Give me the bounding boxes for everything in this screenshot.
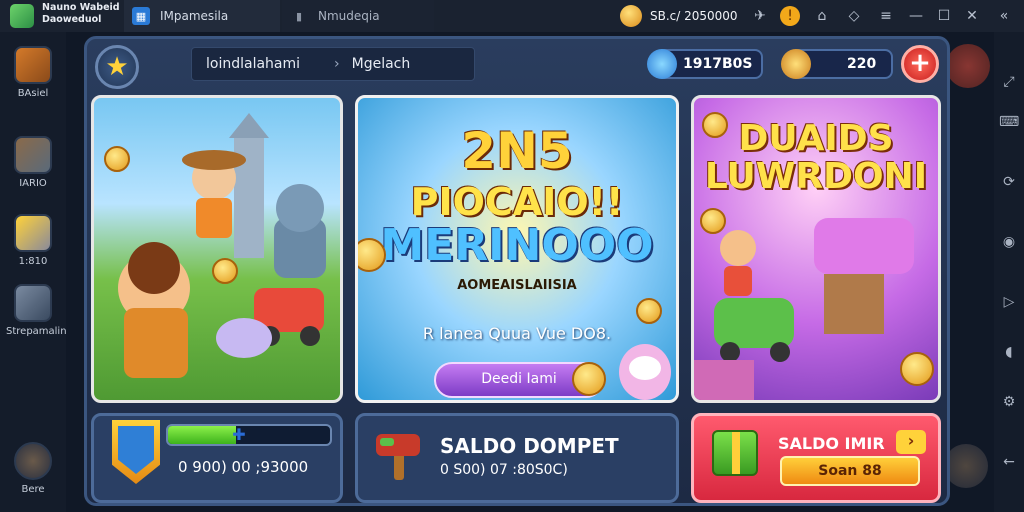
tab-2-icon: ▮ <box>295 9 303 23</box>
arrow-right-icon[interactable]: › <box>896 430 926 454</box>
tab-2[interactable]: ▮ Nmudeqia <box>282 0 434 32</box>
right-rail: ⤢ ⌨ ⟳ ◉ ▷ ◖ ⚙ ← <box>994 32 1024 512</box>
wallet-panel-2[interactable]: SALDO DOMPET 0 S00) 07 :80S0C) <box>355 413 679 503</box>
settings-icon[interactable]: ⚙ <box>999 392 1019 412</box>
gem-icon <box>647 49 677 79</box>
panel2-title: SALDO DOMPET <box>440 434 619 458</box>
rail-item-1[interactable]: BAsiel <box>6 46 60 99</box>
maximize-icon[interactable]: ☐ <box>934 6 954 26</box>
minimize-icon[interactable]: — <box>906 6 926 26</box>
hammer-icon <box>376 434 420 480</box>
pin-icon[interactable]: ✈ <box>750 6 770 26</box>
play-icon[interactable]: ▷ <box>999 292 1019 312</box>
rail-thumb-icon <box>14 46 52 84</box>
rail-item-label: BAsiel <box>17 88 49 99</box>
wallet-panel-1[interactable]: ✚ 0 900) 00 ;93000 <box>91 413 343 503</box>
app-name: Nauno Wabeid Daoweduol <box>42 2 120 25</box>
rail-item-5[interactable]: Bere <box>6 442 60 495</box>
rail-item-3[interactable]: 1:810 <box>6 214 60 267</box>
breadcrumb: loindlalahami › Mgelach <box>191 47 475 81</box>
gem-currency[interactable]: 1917B0S <box>647 49 763 79</box>
outer-avatar-icon <box>944 444 988 488</box>
chevron-right-icon: › <box>334 56 340 72</box>
tab-1-icon: ▦ <box>132 7 150 25</box>
panel3-button[interactable]: Soan 88 <box>780 456 920 486</box>
volume-icon[interactable]: ◖ <box>999 342 1019 362</box>
promo-title-line-2: PIOCAIO!! <box>410 180 624 224</box>
gift-box-icon <box>712 430 758 476</box>
coin-icon <box>620 5 642 27</box>
home-icon[interactable]: ⌂ <box>812 6 832 26</box>
panel2-amount: 0 S00) 07 :80S0C) <box>440 462 568 478</box>
wallet-amount: 0 900) 00 ;93000 <box>178 458 309 476</box>
record-icon[interactable]: ◉ <box>999 232 1019 252</box>
app-logo-icon <box>10 4 34 28</box>
coin-icon <box>700 208 726 234</box>
keyboard-icon[interactable]: ⌨ <box>999 112 1019 132</box>
coin-icon <box>104 146 130 172</box>
close-icon[interactable]: ✕ <box>962 6 982 26</box>
promo-card-3[interactable]: DUAIDS LUWRDONI <box>691 95 941 403</box>
gold-currency[interactable]: 220 <box>781 49 893 79</box>
game-topbar: ★ loindlalahami › Mgelach 1917B0S 220 + <box>87 39 947 91</box>
rail-item-label: 1:810 <box>18 256 48 267</box>
gold-currency-value: 220 <box>847 56 877 72</box>
expand-icon[interactable]: « <box>994 6 1014 26</box>
coin-icon <box>636 298 662 324</box>
rail-thumb-icon <box>14 136 52 174</box>
notification-icon[interactable]: ! <box>780 6 800 26</box>
tab-2-label: Nmudeqia <box>318 9 380 23</box>
rail-item-label: IARIO <box>19 178 47 189</box>
back-icon[interactable]: ← <box>999 452 1019 472</box>
tab-1[interactable]: ▦ IMpamesila <box>124 0 280 32</box>
promo-title-line-1: 2N5 <box>461 122 573 180</box>
star-icon[interactable]: ★ <box>95 45 139 89</box>
shield-icon[interactable]: ◇ <box>844 6 864 26</box>
promo-subtitle: AOMEAISLAIISIA <box>457 278 577 293</box>
wallet-panel-3[interactable]: SALDO IMIR › Soan 88 <box>691 413 941 503</box>
promo-card-1[interactable] <box>91 95 343 403</box>
coin-icon <box>702 112 728 138</box>
coin-icon <box>212 258 238 284</box>
coin-icon <box>572 362 606 396</box>
plus-marker-icon: ✚ <box>232 425 246 444</box>
rail-thumb-icon <box>14 214 52 252</box>
wallet-progress-bar: ✚ <box>166 424 332 446</box>
wallet-progress-fill <box>168 426 237 444</box>
game-panel: ★ loindlalahami › Mgelach 1917B0S 220 + <box>84 36 950 506</box>
egg-mascot-illustration <box>619 344 671 400</box>
balance-display: SB.c/ 2050000 <box>620 3 738 29</box>
coin-icon <box>900 352 934 386</box>
add-currency-button[interactable]: + <box>901 45 939 83</box>
rail-item-label: Strepamalin <box>6 326 67 337</box>
rotate-icon[interactable]: ⟳ <box>999 172 1019 192</box>
promo-card-2[interactable]: 2N5 PIOCAIO!! MERINOOO AOMEAISLAIISIA R … <box>355 95 679 403</box>
gold-bag-icon <box>781 49 811 79</box>
promo-title-line-3: MERINOOO <box>380 220 654 271</box>
adventure-scene-illustration <box>118 113 326 378</box>
outer-plus-icon <box>946 44 990 88</box>
tab-1-label: IMpamesila <box>160 9 229 23</box>
title-bar: Nauno Wabeid Daoweduol ▦ IMpamesila ▮ Nm… <box>0 0 1024 32</box>
breadcrumb-item-1[interactable]: loindlalahami <box>206 56 322 72</box>
panel3-title: SALDO IMIR <box>778 434 885 453</box>
breadcrumb-item-2[interactable]: Mgelach <box>352 56 411 72</box>
rail-item-2[interactable]: IARIO <box>6 136 60 189</box>
balance-text: SB.c/ 2050000 <box>650 9 738 23</box>
rail-thumb-icon <box>14 284 52 322</box>
gem-currency-value: 1917B0S <box>683 56 753 72</box>
rail-item-label: Bere <box>21 484 45 495</box>
rail-thumb-icon <box>14 442 52 480</box>
rail-item-4[interactable]: Strepamalin <box>6 284 67 337</box>
left-rail: BAsiel IARIO 1:810 Strepamalin Bere <box>0 32 67 512</box>
fullscreen-icon[interactable]: ⤢ <box>999 72 1019 92</box>
menu-icon[interactable]: ≡ <box>876 6 896 26</box>
